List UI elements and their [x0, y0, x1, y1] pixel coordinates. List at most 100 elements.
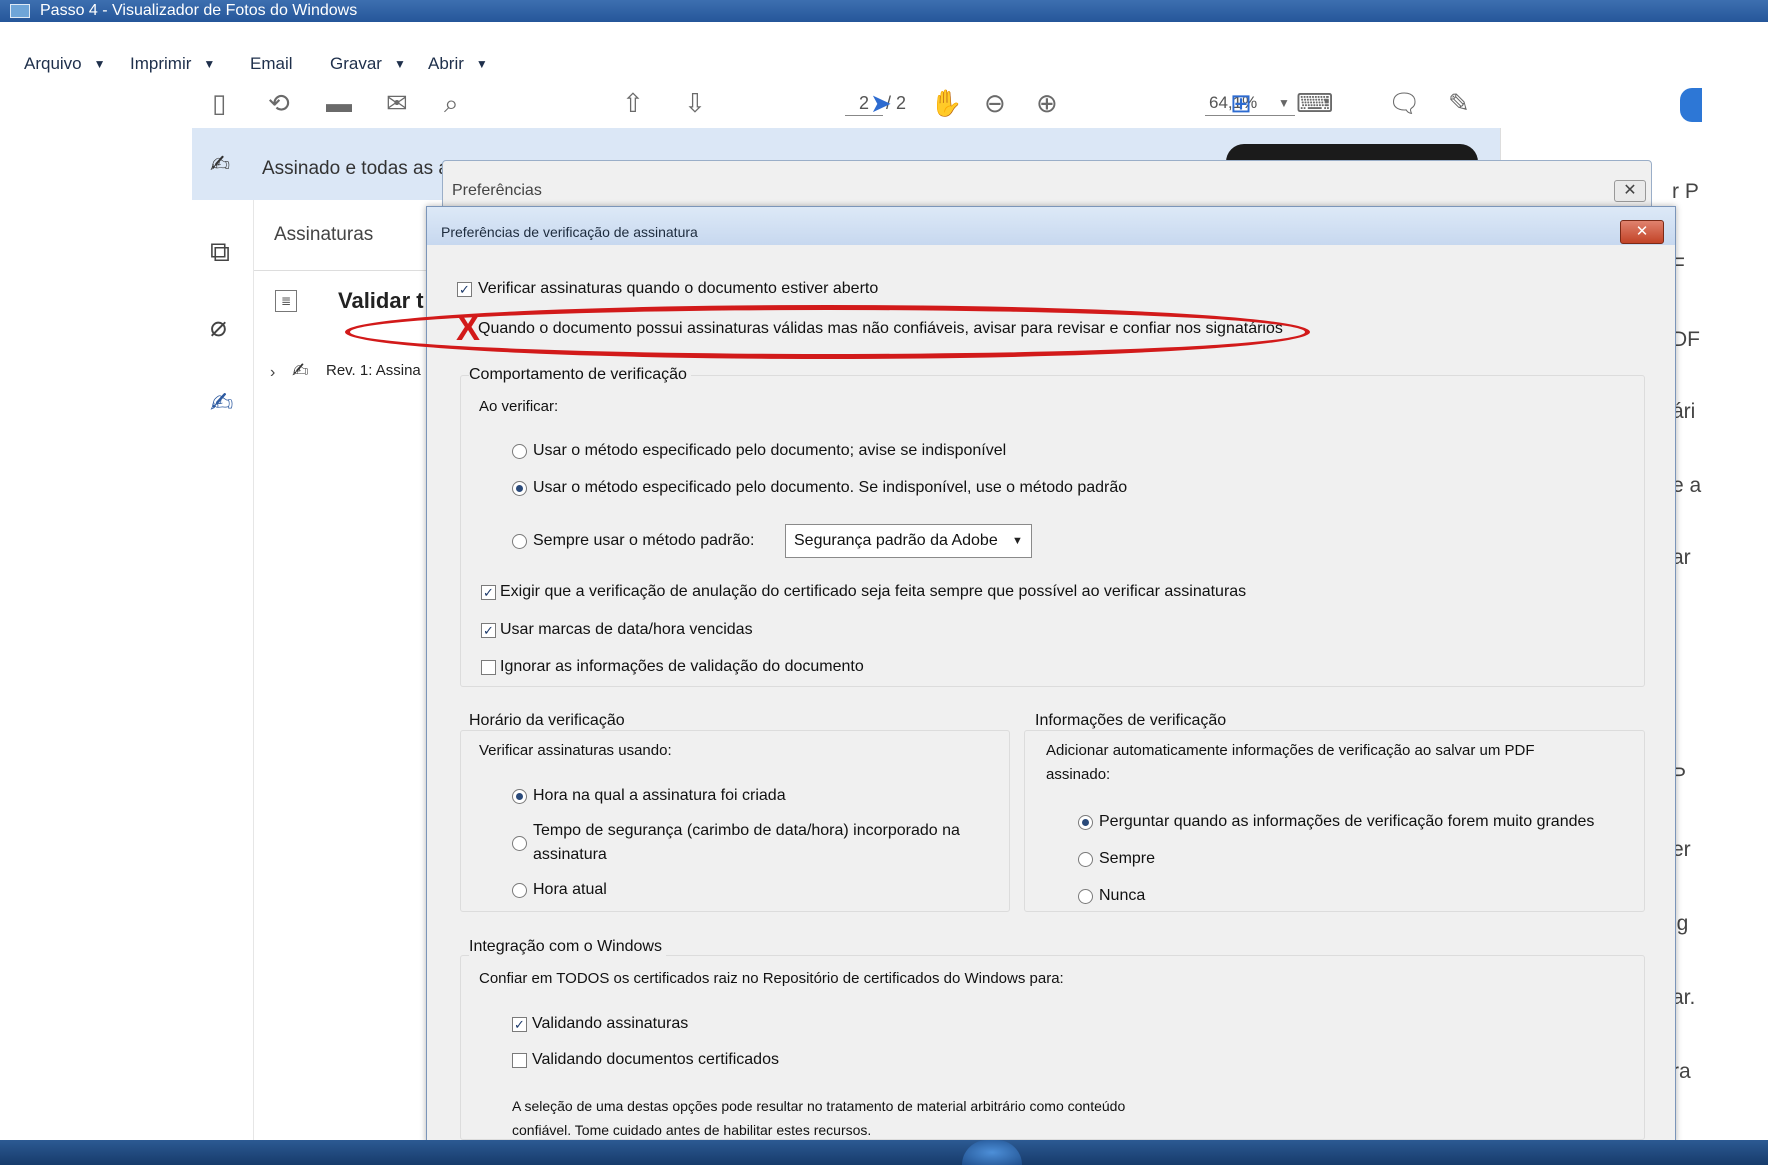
fit-page-icon[interactable]: ⊞: [1230, 88, 1252, 118]
info-never-radio[interactable]: [1078, 889, 1093, 904]
right-fragment: r P: [1672, 180, 1699, 203]
preferences-dialog-title: Preferências: [452, 182, 542, 199]
comment-icon[interactable]: 🗨: [1388, 88, 1421, 118]
behavior-legend: Comportamento de verificação: [469, 366, 691, 384]
validating-signatures-checkbox[interactable]: ✓: [512, 1017, 527, 1032]
info-always-radio[interactable]: [1078, 852, 1093, 867]
info-ask-radio[interactable]: [1078, 815, 1093, 830]
revocation-check-label: Exigir que a verificação de anulação do …: [500, 583, 1247, 600]
info-never-label: Nunca: [1099, 887, 1146, 904]
time-signature-created-label: Hora na qual a assinatura foi criada: [533, 787, 786, 804]
auto-add-info-label: Adicionar automaticamente informações de…: [1046, 742, 1535, 759]
pages-icon[interactable]: ⧉: [210, 236, 230, 269]
mail-icon[interactable]: ✉: [386, 88, 408, 118]
time-current-label: Hora atual: [533, 881, 607, 898]
validating-signatures-label: Validando assinaturas: [532, 1015, 689, 1032]
signature-valid-icon: ✍: [210, 151, 231, 178]
verification-time-legend: Horário da verificação: [469, 712, 629, 730]
menu-imprimir[interactable]: Imprimir ▼: [130, 54, 215, 74]
viewer-menubar: Arquivo ▼ Imprimir ▼ Email Gravar ▼ Abrir ▼: [0, 48, 1768, 84]
time-current-radio[interactable]: [512, 883, 527, 898]
dialog-title: Preferências de verificação de assinatur…: [441, 224, 698, 240]
upload-icon[interactable]: ⟲: [268, 88, 290, 118]
time-secure-timestamp-label-2: assinatura: [533, 846, 607, 863]
method-always-default-label: Sempre usar o método padrão:: [533, 532, 755, 549]
validating-certified-docs-label: Validando documentos certificados: [532, 1051, 779, 1068]
windows-taskbar: [0, 1140, 1768, 1165]
verify-on-open-checkbox[interactable]: ✓: [457, 282, 472, 297]
preferences-close-button[interactable]: ✕: [1614, 180, 1646, 202]
verification-info-legend: Informações de verificação: [1035, 712, 1231, 730]
verify-using-label: Verificar assinaturas usando:: [479, 742, 672, 759]
find-icon[interactable]: ⌕: [444, 88, 459, 118]
auto-add-info-label-2: assinado:: [1046, 766, 1111, 783]
menu-abrir-label: Abrir: [428, 54, 464, 73]
hand-icon[interactable]: ✋: [930, 88, 962, 118]
menu-abrir[interactable]: Abrir ▼: [428, 54, 488, 74]
chevron-down-icon: ▼: [475, 57, 488, 71]
ignore-validation-label: Ignorar as informações de validação do d…: [500, 658, 864, 675]
chevron-down-icon: ▼: [393, 57, 406, 71]
signature-valid-icon: ✍: [292, 360, 309, 382]
sign-pen-icon[interactable]: ✎: [1448, 88, 1470, 118]
method-document-default-radio[interactable]: [512, 481, 527, 496]
method-always-default-radio[interactable]: [512, 534, 527, 549]
validating-certified-docs-checkbox[interactable]: [512, 1053, 527, 1068]
right-fragment: DF: [1672, 328, 1700, 351]
info-always-label: Sempre: [1099, 850, 1156, 867]
when-verifying-label: Ao verificar:: [479, 398, 559, 415]
info-ask-label: Perguntar quando as informações de verif…: [1099, 813, 1595, 830]
menu-email[interactable]: Email: [250, 54, 293, 74]
menu-arquivo-label: Arquivo: [24, 54, 82, 73]
chevron-down-icon[interactable]: ▼: [1005, 526, 1030, 556]
chevron-down-icon[interactable]: ▼: [1278, 90, 1290, 116]
right-fragment: e a: [1672, 474, 1702, 497]
options-list-icon[interactable]: ≣: [275, 290, 297, 312]
method-document-warn-radio[interactable]: [512, 444, 527, 459]
panel-divider: [254, 270, 434, 271]
chevron-down-icon: ▼: [203, 57, 216, 71]
revocation-check-checkbox[interactable]: ✓: [481, 585, 496, 600]
window-titlebar: Passo 4 - Visualizador de Fotos do Windo…: [0, 0, 1768, 22]
warning-note: A seleção de uma destas opções pode resu…: [512, 1098, 1126, 1114]
default-method-select[interactable]: Segurança padrão da Adobe: [785, 524, 1032, 558]
menu-imprimir-label: Imprimir: [130, 54, 192, 73]
navigation-rail: [192, 200, 254, 1165]
menu-gravar-label: Gravar: [330, 54, 382, 73]
signature-panel-icon[interactable]: ✍: [210, 386, 233, 419]
verify-on-open-label: Verificar assinaturas quando o documento…: [478, 280, 879, 297]
print-icon[interactable]: ▬: [326, 88, 352, 118]
menu-arquivo[interactable]: Arquivo ▼: [24, 54, 106, 74]
warning-note-2: confiável. Tome cuidado antes de habilit…: [512, 1122, 872, 1138]
select-cursor-icon[interactable]: ➤: [870, 88, 892, 118]
keyboard-icon[interactable]: ⌨: [1296, 88, 1334, 118]
time-signature-created-radio[interactable]: [512, 789, 527, 804]
photo-viewer-icon: [10, 4, 30, 18]
page-down-icon[interactable]: ⇩: [684, 88, 706, 118]
ignore-validation-checkbox[interactable]: [481, 660, 496, 675]
menu-email-label: Email: [250, 54, 293, 73]
method-document-default-label: Usar o método especificado pelo document…: [533, 479, 1128, 496]
expired-timestamps-checkbox[interactable]: ✓: [481, 623, 496, 638]
share-button[interactable]: [1680, 88, 1702, 122]
save-icon[interactable]: ▯: [212, 88, 226, 118]
revision-item[interactable]: Rev. 1: Assina: [326, 362, 421, 379]
menu-gravar[interactable]: Gravar ▼: [330, 54, 406, 74]
windows-integration-legend: Integração com o Windows: [469, 938, 666, 956]
zoom-out-icon[interactable]: ⊖: [984, 88, 1006, 118]
time-secure-timestamp-radio[interactable]: [512, 836, 527, 851]
red-ellipse-annotation: [345, 305, 1310, 359]
dialog-close-button[interactable]: ✕: [1620, 220, 1664, 244]
validate-all-button[interactable]: Validar t: [338, 288, 424, 314]
zoom-in-icon[interactable]: ⊕: [1036, 88, 1058, 118]
trust-root-certs-label: Confiar em TODOS os certificados raiz no…: [479, 970, 1064, 987]
page-up-icon[interactable]: ⇧: [622, 88, 644, 118]
attachment-icon[interactable]: ⌀: [210, 310, 227, 343]
expired-timestamps-label: Usar marcas de data/hora vencidas: [500, 621, 753, 638]
screen: Passo 4 - Visualizador de Fotos do Windo…: [0, 0, 1768, 1165]
chevron-right-icon[interactable]: ›: [270, 364, 275, 382]
method-document-warn-label: Usar o método especificado pelo document…: [533, 442, 1007, 459]
chevron-down-icon: ▼: [93, 57, 106, 71]
behavior-group: [460, 375, 1645, 687]
window-title: Passo 4 - Visualizador de Fotos do Windo…: [40, 2, 358, 19]
